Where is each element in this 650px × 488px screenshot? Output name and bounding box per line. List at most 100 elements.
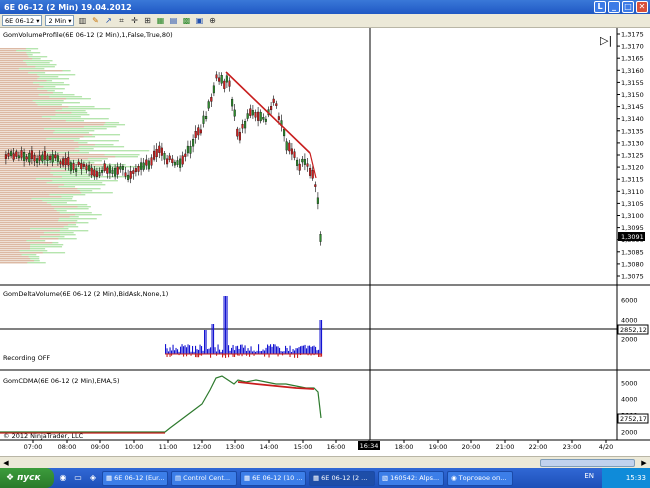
time-tick-label: 19:00: [429, 443, 448, 451]
delta-bar: [241, 344, 243, 354]
candle-body: [49, 155, 52, 160]
expand-arrow-icon[interactable]: ▷|: [600, 34, 612, 47]
delta-bar: [297, 348, 299, 354]
candle-body: [220, 75, 223, 84]
start-button[interactable]: ❖ пуск: [0, 468, 54, 488]
delta-bar: [169, 347, 171, 354]
profile-bar-ask: [0, 110, 56, 112]
candle-body: [158, 145, 161, 153]
profile-bar-ask: [0, 68, 19, 70]
panel2-status: Recording OFF: [3, 354, 51, 362]
maximize-button[interactable]: □: [622, 1, 634, 13]
delta-bar: [243, 347, 245, 354]
profile-bar-ask: [0, 248, 30, 250]
chart-app-icon: ▦: [244, 474, 251, 482]
chart-area[interactable]: 1,3175 1,3170 1,3165 1,3160 1,3155 1,3150 1,31…: [0, 28, 650, 456]
delta-bar: [204, 330, 206, 354]
chart-properties-icon[interactable]: ▦: [155, 16, 165, 26]
draw-tool-icon[interactable]: ↗: [103, 16, 113, 26]
profile-bar-ask: [0, 98, 67, 100]
profile-bar-ask: [0, 238, 59, 240]
delta-bar: [235, 346, 237, 354]
delta-bar: [199, 344, 201, 354]
time-tick-label: 13:00: [226, 443, 245, 451]
task-item[interactable]: ▧ 160542: Alps...: [378, 470, 444, 486]
candle-body: [23, 152, 26, 161]
profile-bar-ask: [0, 114, 56, 116]
candle-body: [72, 163, 75, 170]
chart-trader-icon[interactable]: ▩: [181, 16, 191, 26]
candle-body: [15, 151, 18, 157]
price-tick-label: 1,3095: [621, 224, 644, 232]
zoom-icon[interactable]: ⊞: [142, 16, 152, 26]
profile-bar-ask: [0, 108, 63, 110]
profile-bar-ask: [0, 178, 36, 180]
candle-body: [17, 155, 20, 159]
price-tick-label: 1,3145: [621, 103, 644, 111]
indicators-icon[interactable]: ✎: [90, 16, 100, 26]
profile-bar-ask: [0, 78, 38, 80]
candle-body: [69, 162, 72, 172]
profile-bar-ask: [0, 254, 22, 256]
candle-body: [62, 158, 65, 166]
instrument-select[interactable]: 6E 06-12 ▾: [2, 15, 43, 26]
task-item[interactable]: ▦ 6E 06-12 (10 ...: [240, 470, 306, 486]
scroll-thumb[interactable]: [540, 459, 635, 467]
delta-bar: [177, 349, 179, 354]
horizontal-scrollbar[interactable]: ◀ ▶: [0, 456, 650, 468]
profile-bar-ask: [0, 198, 32, 200]
delta-bar: [265, 347, 267, 354]
candle-body: [67, 157, 70, 166]
profile-bar-ask: [0, 212, 60, 214]
task-item[interactable]: ◉ Торговое оп...: [447, 470, 513, 486]
profile-bar-ask: [0, 182, 47, 184]
close-button[interactable]: ✕: [636, 1, 648, 13]
profile-bar-ask: [0, 208, 55, 210]
quicklaunch-media-icon[interactable]: ◈: [87, 472, 99, 484]
delta-bar: [198, 349, 200, 354]
profile-bar-ask: [0, 240, 27, 242]
chart-canvas[interactable]: 1,3175 1,3170 1,3165 1,3160 1,3155 1,3150 1,31…: [0, 28, 650, 456]
link-button[interactable]: L: [594, 1, 606, 13]
delta-bar: [175, 347, 177, 354]
crosshair-icon[interactable]: ✛: [129, 16, 139, 26]
task-item-active[interactable]: ▦ 6E 06-12 (2 ...: [309, 470, 375, 486]
candle-body: [184, 153, 187, 157]
language-indicator[interactable]: EN: [584, 472, 594, 480]
time-cursor-label: 16:34: [360, 442, 379, 450]
candle-body: [56, 155, 59, 162]
delta-bar: [295, 348, 297, 354]
candle-body: [88, 165, 91, 171]
profile-bar-ask: [0, 62, 26, 64]
quicklaunch-desktop-icon[interactable]: ▭: [72, 472, 84, 484]
windows-logo-icon: ❖: [6, 473, 15, 483]
time-tick-label: 10:00: [125, 443, 144, 451]
zoom-in-icon[interactable]: ⊕: [207, 16, 217, 26]
candle-body: [259, 111, 262, 122]
chart-toolbar: 6E 06-12 ▾ 2 Min ▾ ▥ ✎ ↗ ⌗ ✛ ⊞ ▦ ▤ ▩ ▣ ⊕: [0, 14, 650, 28]
task-item[interactable]: ▦ 6E 06-12 (Eur...: [102, 470, 168, 486]
price-tick-label: 1,3110: [621, 188, 644, 196]
delta-bar: [172, 344, 174, 354]
task-item[interactable]: ▤ Control Cent...: [171, 470, 237, 486]
strategy-icon[interactable]: ⌗: [116, 16, 126, 26]
interval-select[interactable]: 2 Min ▾: [45, 15, 75, 26]
scroll-left-icon[interactable]: ◀: [1, 458, 11, 468]
data-box-icon[interactable]: ▤: [168, 16, 178, 26]
bar-type-icon[interactable]: ▥: [77, 16, 87, 26]
candle-body: [147, 160, 150, 170]
candle-body: [179, 158, 182, 168]
time-tick-label: 23:00: [563, 443, 582, 451]
profile-bar-ask: [0, 124, 104, 126]
candle-body: [181, 155, 184, 165]
snapshot-icon[interactable]: ▣: [194, 16, 204, 26]
scroll-right-icon[interactable]: ▶: [639, 458, 649, 468]
profile-bar-ask: [0, 146, 79, 148]
quicklaunch-browser-icon[interactable]: ◉: [57, 472, 69, 484]
minimize-button[interactable]: _: [608, 1, 620, 13]
time-tick-label: 21:00: [496, 443, 515, 451]
delta-bar: [301, 345, 303, 354]
candle-body: [129, 171, 132, 179]
delta-bar: [247, 348, 249, 354]
trend-line: [225, 71, 311, 154]
